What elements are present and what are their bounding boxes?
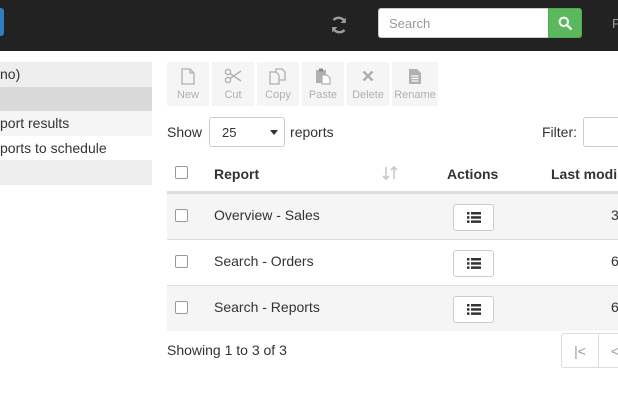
- report-column-header[interactable]: Report: [214, 166, 259, 182]
- delete-button[interactable]: Delete: [347, 62, 389, 106]
- refresh-icon: [331, 16, 347, 34]
- paste-icon: [316, 68, 331, 85]
- user-menu-label[interactable]: P: [612, 16, 618, 31]
- sidebar-item-reports-to-schedule[interactable]: ports to schedule: [0, 136, 152, 161]
- copy-icon: [269, 67, 286, 85]
- report-name[interactable]: Overview - Sales: [214, 207, 320, 223]
- sidebar: no) port results ports to schedule: [0, 62, 152, 185]
- rename-file-icon: [409, 68, 421, 84]
- list-icon: [466, 258, 481, 269]
- filter-input[interactable]: [583, 117, 618, 147]
- report-name[interactable]: Search - Orders: [214, 253, 314, 269]
- search-input[interactable]: [378, 8, 549, 38]
- row-checkbox[interactable]: [175, 209, 188, 222]
- new-button[interactable]: New: [167, 62, 209, 106]
- cut-label: Cut: [224, 89, 242, 101]
- table-row[interactable]: Overview - Sales 3: [167, 193, 618, 239]
- cut-button[interactable]: Cut: [212, 62, 254, 106]
- new-file-icon: [181, 67, 195, 85]
- sort-icon[interactable]: [382, 166, 398, 180]
- list-icon: [466, 304, 481, 315]
- reports-table: Report Actions Last modi Overview - Sale…: [167, 152, 618, 331]
- table-row[interactable]: Search - Orders 6: [167, 239, 618, 285]
- copy-label: Copy: [265, 89, 291, 101]
- previous-page-button[interactable]: <: [599, 333, 618, 368]
- first-page-label: |<: [574, 342, 586, 359]
- row-checkbox[interactable]: [175, 255, 188, 268]
- sidebar-item-1[interactable]: no): [0, 62, 152, 87]
- list-icon: [466, 212, 481, 223]
- refresh-button[interactable]: [326, 12, 352, 38]
- row-actions-button[interactable]: [453, 250, 494, 277]
- report-name[interactable]: Search - Reports: [214, 299, 320, 315]
- table-header: Report Actions Last modi: [167, 152, 618, 193]
- rename-label: Rename: [394, 89, 436, 101]
- first-page-button[interactable]: |<: [561, 333, 599, 368]
- filter-label: Filter:: [542, 124, 577, 140]
- top-navbar: P: [0, 0, 618, 51]
- last-modified-date: 6/: [611, 299, 618, 315]
- reports-label: reports: [290, 124, 334, 140]
- table-row[interactable]: Search - Reports 6/: [167, 285, 618, 331]
- show-label: Show: [167, 124, 203, 140]
- rename-button[interactable]: Rename: [392, 62, 438, 106]
- row-actions-button[interactable]: [453, 204, 494, 231]
- showing-count: Showing 1 to 3 of 3: [167, 342, 287, 358]
- brand-button-edge[interactable]: [0, 8, 4, 36]
- file-toolbar: New Cut Copy Paste Delete Rename: [167, 62, 438, 106]
- delete-label: Delete: [352, 89, 384, 101]
- page-size-select[interactable]: 25: [209, 117, 286, 147]
- pagination: |< <: [561, 333, 618, 368]
- paste-label: Paste: [308, 89, 338, 101]
- new-label: New: [176, 89, 199, 101]
- select-all-checkbox[interactable]: [175, 166, 188, 179]
- scissors-icon: [224, 68, 242, 84]
- previous-page-label: <: [611, 342, 618, 359]
- caret-down-icon: [270, 129, 279, 135]
- sidebar-item-report-results[interactable]: port results: [0, 111, 152, 136]
- last-modified-column-header[interactable]: Last modi: [551, 166, 617, 182]
- last-modified-date: 6: [611, 253, 618, 269]
- delete-x-icon: [362, 70, 374, 82]
- sidebar-item-2-active[interactable]: [0, 86, 152, 111]
- search-icon: [558, 16, 572, 30]
- row-checkbox[interactable]: [175, 301, 188, 314]
- last-modified-date: 3: [611, 207, 618, 223]
- page-size-control: Show 25 reports: [167, 117, 334, 147]
- sidebar-item-5[interactable]: [0, 160, 152, 185]
- paste-button[interactable]: Paste: [302, 62, 344, 106]
- copy-button[interactable]: Copy: [257, 62, 299, 106]
- page-size-value: 25: [222, 124, 237, 140]
- actions-column-header: Actions: [447, 166, 499, 182]
- row-actions-button[interactable]: [453, 296, 494, 323]
- search-button[interactable]: [548, 8, 582, 38]
